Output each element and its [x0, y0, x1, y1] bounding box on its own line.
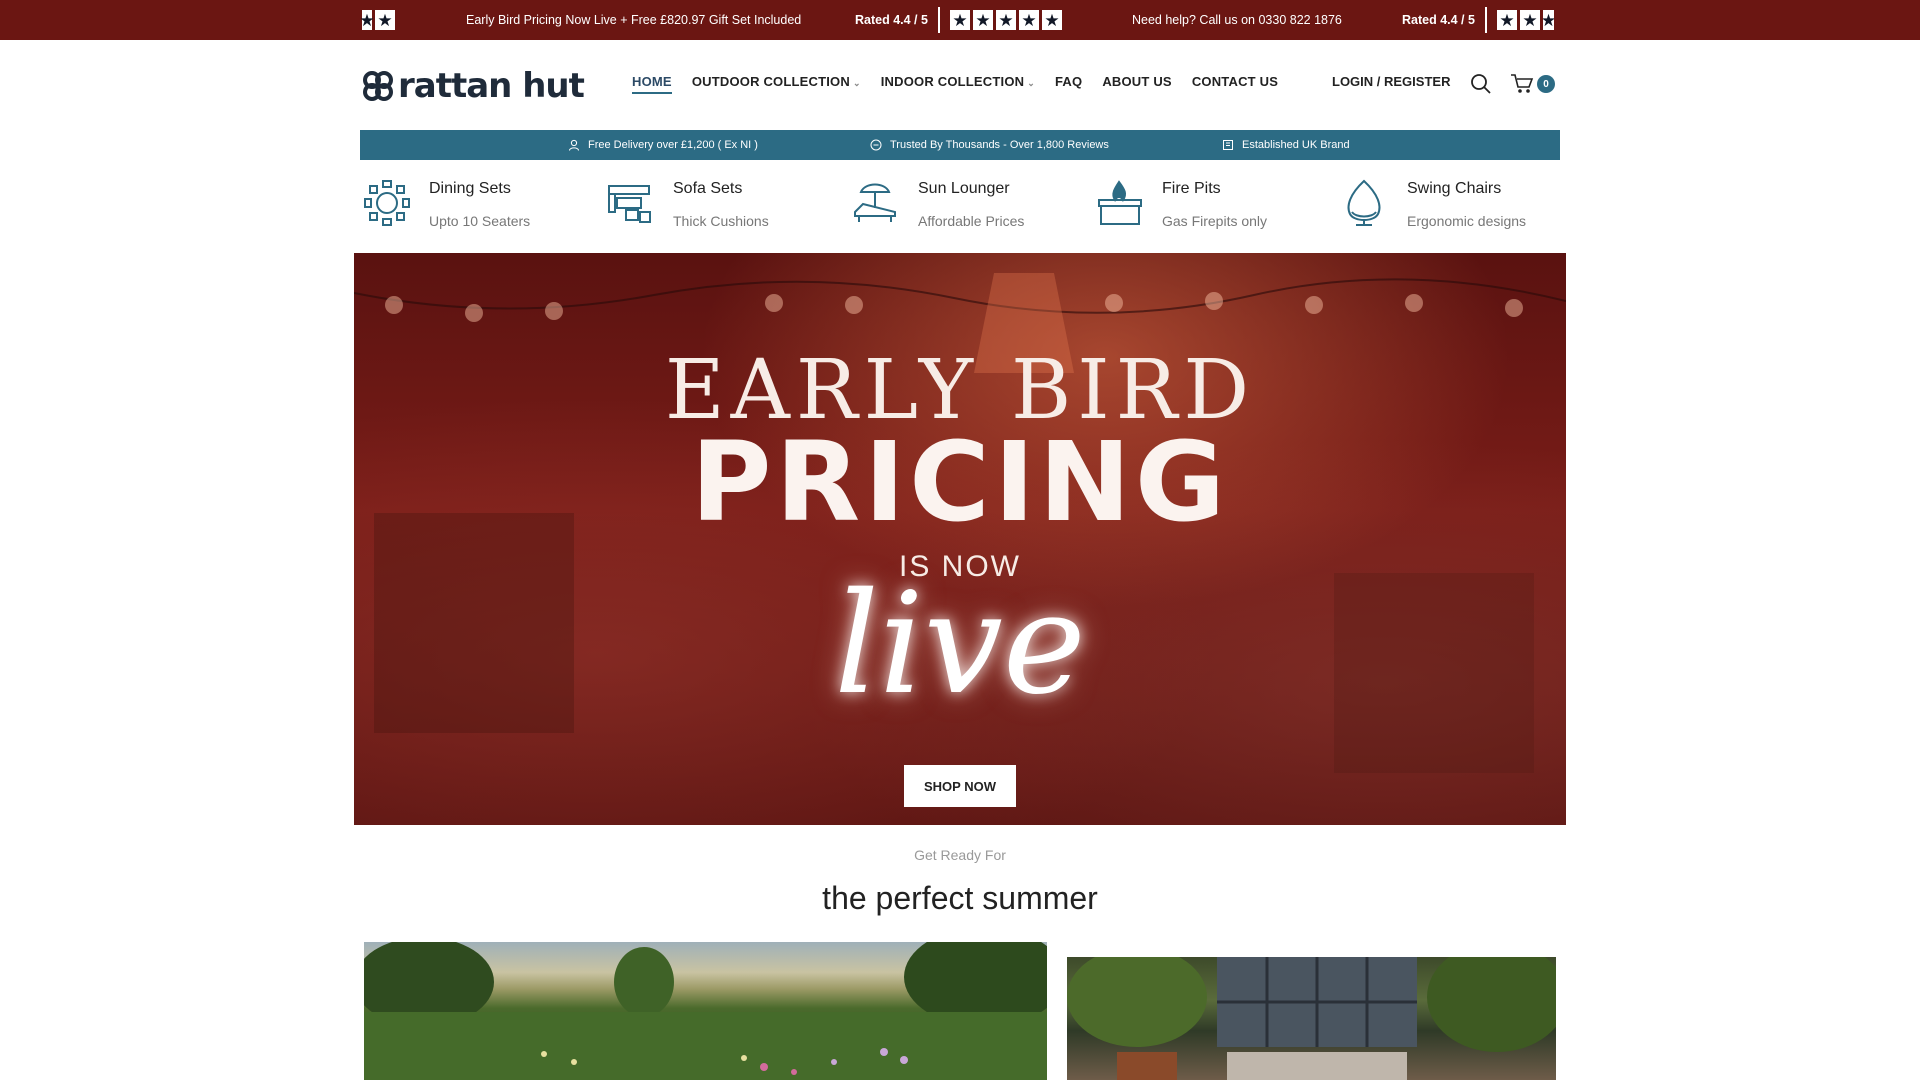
category-dining-sets[interactable]: Dining Sets Upto 10 Seaters [360, 170, 600, 250]
category-sun-lounger[interactable]: Sun Lounger Affordable Prices [849, 170, 1089, 250]
hero-banner[interactable]: EARLY BIRD PRICING IS NOW live SHOP NOW [354, 253, 1566, 825]
section-title: the perfect summer [822, 880, 1098, 916]
category-subtitle: Affordable Prices [918, 213, 1025, 229]
category-subtitle: Thick Cushions [673, 213, 769, 229]
logo-mark-icon [363, 71, 393, 101]
garden-illustration [364, 942, 1047, 1080]
main-nav: HOME OUTDOOR COLLECTION ⌄ INDOOR COLLECTI… [632, 74, 1278, 94]
hero-line-pricing: PRICING [690, 418, 1230, 546]
divider [937, 7, 940, 33]
category-row: Dining Sets Upto 10 Seaters Sofa Sets Th… [360, 170, 1560, 250]
rating-text: Rated 4.4 / 5 [855, 13, 928, 27]
site-header: rattan hut HOME OUTDOOR COLLECTION ⌄ INDO… [0, 40, 1920, 130]
rating-stars: ★ ★ ★ ★ ★ [949, 10, 1062, 30]
nav-about-us[interactable]: ABOUT US [1102, 74, 1172, 94]
nav-label: OUTDOOR COLLECTION [691, 74, 850, 89]
category-sofa-sets[interactable]: Sofa Sets Thick Cushions [604, 170, 844, 250]
star-icon: ★ [375, 10, 395, 30]
building-icon [1223, 140, 1233, 150]
info-delivery: Free Delivery over £1,200 ( Ex NI ) [568, 130, 758, 160]
rating-block-1: Rated 4.4 / 5 ★ ★ ★ ★ ★ [855, 0, 1062, 40]
info-trusted: Trusted By Thousands - Over 1,800 Review… [870, 130, 1109, 160]
sofa-set-icon [608, 185, 651, 223]
rating-text: Rated 4.4 / 5 [1402, 13, 1475, 27]
category-title: Swing Chairs [1407, 180, 1502, 197]
promo-text: Early Bird Pricing Now Live + Free £820.… [466, 13, 802, 27]
top-announcement-bar: ★ ★ Early Bird Pricing Now Live + Free £… [0, 0, 1920, 40]
nav-indoor-collection[interactable]: INDOOR COLLECTION ⌄ [881, 74, 1035, 94]
rating-stars-partial-left: ★ ★ [359, 0, 395, 40]
fire-pit-icon [1098, 180, 1142, 225]
logo-text: rattan hut [398, 66, 585, 106]
shop-now-button[interactable]: SHOP NOW [904, 765, 1016, 807]
chat-icon [870, 139, 882, 151]
chevron-down-icon: ⌄ [852, 78, 861, 88]
help-phone-text[interactable]: Need help? Call us on 0330 822 1876 [1132, 0, 1342, 40]
category-title: Sun Lounger [918, 180, 1010, 197]
nav-outdoor-collection[interactable]: OUTDOOR COLLECTION ⌄ [692, 74, 861, 94]
site-logo[interactable]: rattan hut [362, 66, 585, 106]
divider [1484, 7, 1487, 33]
rating-stars: ★ ★ ★ [1496, 10, 1554, 30]
section-kicker: Get Ready For [914, 847, 1006, 863]
swing-chair-icon [1347, 179, 1381, 226]
category-subtitle: Ergonomic designs [1407, 213, 1527, 229]
category-subtitle: Upto 10 Seaters [429, 213, 531, 229]
info-text: Established UK Brand [1242, 139, 1350, 151]
star-icon: ★ [1496, 10, 1517, 30]
info-text: Trusted By Thousands - Over 1,800 Review… [890, 139, 1109, 151]
star-icon: ★ [359, 10, 375, 30]
cart-icon[interactable] [1510, 73, 1534, 100]
patio-illustration [1067, 957, 1556, 1080]
category-title: Dining Sets [429, 180, 511, 197]
garden-landscape-image[interactable] [364, 942, 1047, 1080]
sun-lounger-icon [854, 183, 896, 222]
chevron-down-icon: ⌄ [1027, 78, 1035, 88]
category-title: Fire Pits [1162, 180, 1221, 197]
login-register-link[interactable]: LOGIN / REGISTER [1332, 74, 1450, 89]
hero-line-live: live [834, 563, 1086, 726]
nav-home[interactable]: HOME [632, 74, 672, 94]
conservatory-patio-image[interactable] [1067, 957, 1556, 1080]
star-icon: ★ [972, 10, 993, 30]
info-text: Free Delivery over £1,200 ( Ex NI ) [588, 139, 758, 151]
category-subtitle: Gas Firepits only [1162, 213, 1268, 229]
nav-label: INDOOR COLLECTION [880, 74, 1025, 89]
star-icon: ★ [1542, 10, 1554, 30]
star-icon: ★ [995, 10, 1016, 30]
star-icon: ★ [1041, 10, 1062, 30]
category-title: Sofa Sets [673, 180, 743, 197]
user-icon [569, 139, 579, 151]
nav-faq[interactable]: FAQ [1055, 74, 1082, 94]
info-established: Established UK Brand [1222, 130, 1350, 160]
star-icon: ★ [1018, 10, 1039, 30]
star-icon: ★ [1519, 10, 1540, 30]
category-swing-chairs[interactable]: Swing Chairs Ergonomic designs [1338, 170, 1578, 250]
nav-contact-us[interactable]: CONTACT US [1192, 74, 1278, 94]
search-icon[interactable] [1470, 73, 1492, 100]
dining-set-icon [364, 180, 410, 226]
rating-block-2: Rated 4.4 / 5 ★ ★ ★ [1402, 0, 1554, 40]
category-fire-pits[interactable]: Fire Pits Gas Firepits only [1093, 170, 1333, 250]
star-icon: ★ [949, 10, 970, 30]
info-strip: Free Delivery over £1,200 ( Ex NI ) Trus… [360, 130, 1560, 160]
cart-count-badge: 0 [1537, 75, 1555, 93]
